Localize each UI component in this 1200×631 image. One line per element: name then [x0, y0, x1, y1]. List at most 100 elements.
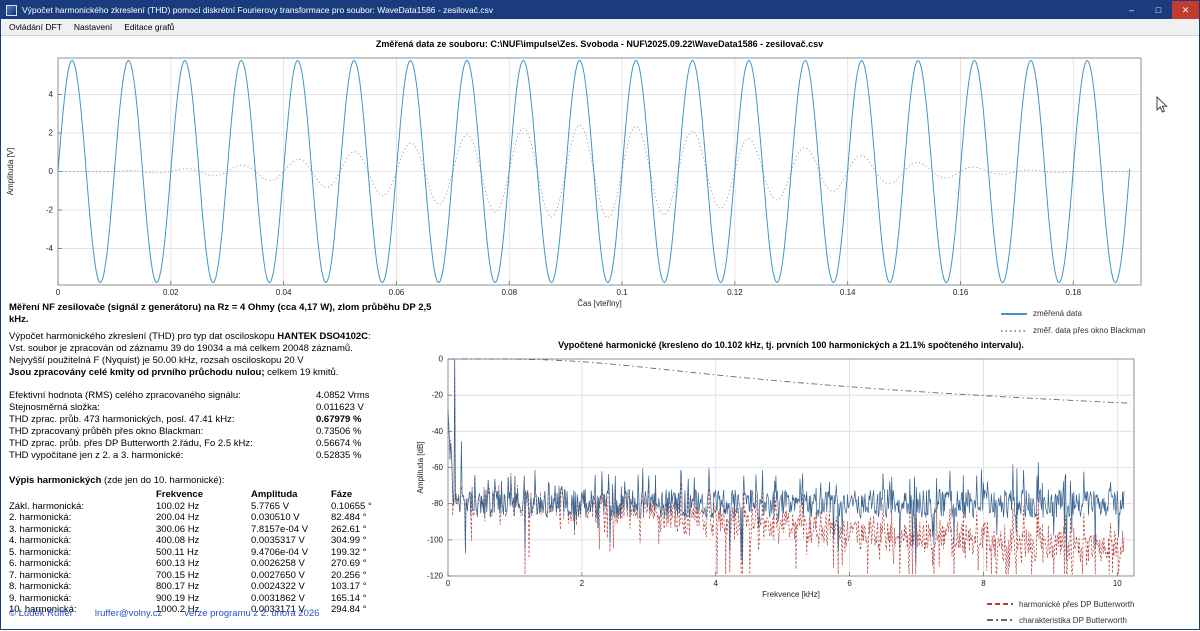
legend-line-measured	[1001, 313, 1027, 315]
svg-text:0.02: 0.02	[163, 288, 179, 297]
result-value-thd-full: 0.67979 %	[316, 414, 361, 426]
svg-text:0.08: 0.08	[501, 288, 517, 297]
svg-text:4: 4	[713, 579, 718, 588]
result-value-thd-blackman: 0.73506 %	[316, 426, 361, 438]
harmonic-row-3: 3. harmonická:300.06 Hz7.8157e-04 V262.6…	[9, 524, 441, 536]
legend-entry-butterworth-characteristic: charakteristika DP Butterworth	[987, 612, 1134, 628]
svg-text:0.14: 0.14	[840, 288, 856, 297]
harmonics-table-header: FrekvenceAmplitudaFáze	[9, 489, 441, 501]
legend-line-blackman	[1001, 330, 1027, 332]
legend-label-butterworth-characteristic: charakteristika DP Butterworth	[1019, 616, 1127, 625]
input-file-note: Vst. soubor je zpracován od záznamu 39 d…	[9, 343, 441, 355]
window-controls: – □ ✕	[1118, 1, 1199, 19]
svg-text:0.1: 0.1	[617, 288, 629, 297]
close-button[interactable]: ✕	[1172, 1, 1199, 19]
result-row-dc: Stejnosměrná složka:0.011623 V	[9, 402, 441, 414]
thd-intro-suffix: :	[368, 331, 371, 342]
program-version: verze programu z 2. února 2026	[184, 608, 319, 619]
harmonic-row-1: Zákl. harmonická:100.02 Hz5.7765 V0.1065…	[9, 501, 441, 513]
svg-text:0: 0	[49, 167, 54, 176]
series-butterworth-characteristic	[448, 359, 1131, 403]
harmonic-row-2: 2. harmonická:200.04 Hz0.030510 V82.484 …	[9, 512, 441, 524]
results-table: Efektivní hodnota (RMS) celého zpracovan…	[9, 390, 441, 462]
minimize-button[interactable]: –	[1118, 1, 1145, 19]
result-row-thd-23: THD vypočítané jen z 2. a 3. harmonické:…	[9, 450, 441, 462]
maximize-button[interactable]: □	[1145, 1, 1172, 19]
oscilloscope-model: HANTEK DSO4102C	[277, 331, 368, 342]
legend-line-butterworth-characteristic	[987, 619, 1013, 621]
harmonics-table: FrekvenceAmplitudaFáze Zákl. harmonická:…	[9, 489, 441, 616]
chart-title: Změřená data ze souboru: C:\NUF\impulse\…	[376, 39, 823, 49]
titlebar: Výpočet harmonického zkreslení (THD) pom…	[1, 1, 1199, 19]
result-row-rms: Efektivní hodnota (RMS) celého zpracovan…	[9, 390, 441, 402]
svg-text:0: 0	[56, 288, 61, 297]
mouse-cursor	[1156, 96, 1170, 116]
svg-text:10: 10	[1113, 579, 1122, 588]
cycles-note-rest: celkem 19 kmitů.	[264, 367, 338, 378]
app-icon	[6, 5, 17, 16]
chart-title: Vypočtené harmonické (kresleno do 10.102…	[558, 340, 1024, 350]
svg-text:2: 2	[580, 579, 585, 588]
app-window: Výpočet harmonického zkreslení (THD) pom…	[0, 0, 1200, 630]
email-link[interactable]: lruffer@volny.cz	[95, 608, 162, 619]
result-value-thd-butterworth: 0.56674 %	[316, 438, 361, 450]
harmonic-row-9: 9. harmonická:900.19 Hz0.0031862 V165.14…	[9, 593, 441, 605]
menu-item-ovladani-dft[interactable]: Ovládání DFT	[3, 22, 68, 32]
nyquist-note: Nejvyšší použitelná F (Nyquist) je 50.00…	[9, 355, 441, 367]
result-value-thd-23: 0.52835 %	[316, 450, 361, 462]
copyright-text: © Luděk Ruffer	[9, 608, 73, 619]
svg-text:0.06: 0.06	[389, 288, 405, 297]
legend-label-measured: změřená data	[1033, 309, 1082, 318]
cycles-note-bold: Jsou zpracovány celé kmity od prvního pr…	[9, 367, 264, 378]
legend-entry-harmonics-butterworth: harmonické přes DP Butterworth	[987, 596, 1134, 612]
thd-intro-line: Výpočet harmonického zkreslení (THD) pro…	[9, 331, 441, 343]
axis-ticks	[58, 95, 1073, 285]
y-axis-label: Amplituda [V]	[6, 148, 15, 196]
result-value-rms: 4.0852 Vrms	[316, 390, 370, 402]
x-axis-label: Frekvence [kHz]	[762, 590, 820, 599]
footer: © Luděk Ruffer lruffer@volny.cz verze prog…	[9, 608, 341, 619]
thd-intro-prefix: Výpočet harmonického zkreslení (THD) pro…	[9, 331, 277, 342]
legend-label-blackman: změř. data přes okno Blackman	[1033, 326, 1146, 335]
axis-tick-labels: 02468100-20-40-60-80-100-120	[427, 355, 1122, 589]
legend-entry-blackman: změř. data přes okno Blackman	[1001, 322, 1146, 339]
spectrum-chart-legend: harmonické přes DP Butterworth charakter…	[987, 596, 1134, 628]
analysis-summary: Měření NF zesilovače (signál z generátor…	[9, 302, 441, 616]
result-row-thd-full: THD zprac. průb. 473 harmonických, posl.…	[9, 414, 441, 426]
svg-text:8: 8	[981, 579, 986, 588]
measured-data-chart[interactable]: 00.020.040.060.080.10.120.140.160.18-4-2…	[1, 36, 1200, 340]
harmonics-heading-rest: (zde jen do 10. harmonické):	[101, 475, 224, 486]
measured-chart-legend: změřená data změř. data přes okno Blackm…	[1001, 305, 1146, 339]
svg-text:0.16: 0.16	[953, 288, 969, 297]
harmonic-row-5: 5. harmonická:500.11 Hz9.4706e-04 V199.3…	[9, 547, 441, 559]
menu-item-editace-grafu[interactable]: Editace grafů	[118, 22, 180, 32]
menu-item-nastaveni[interactable]: Nastavení	[68, 22, 118, 32]
menubar: Ovládání DFT Nastavení Editace grafů	[1, 19, 1199, 36]
svg-text:2: 2	[49, 129, 54, 138]
svg-text:4: 4	[49, 90, 54, 99]
result-value-dc: 0.011623 V	[316, 402, 364, 414]
harmonic-row-8: 8. harmonická:800.17 Hz0.0024322 V103.17…	[9, 581, 441, 593]
legend-label-harmonics-butterworth: harmonické přes DP Butterworth	[1019, 600, 1134, 609]
svg-text:0.04: 0.04	[276, 288, 292, 297]
harmonic-row-4: 4. harmonická:400.08 Hz0.0035317 V304.99…	[9, 535, 441, 547]
x-axis-label: Čas [vteřiny]	[577, 299, 621, 308]
window-title: Výpočet harmonického zkreslení (THD) pom…	[22, 5, 493, 15]
harmonic-row-6: 6. harmonická:600.13 Hz0.0026258 V270.69…	[9, 558, 441, 570]
measurement-note: Měření NF zesilovače (signál z generátor…	[9, 302, 441, 326]
result-row-thd-blackman: THD zpracovaný průběh přes okno Blackman…	[9, 426, 441, 438]
harmonics-heading-bold: Výpis harmonických	[9, 475, 101, 486]
svg-text:0: 0	[446, 579, 451, 588]
harmonics-heading: Výpis harmonických (zde jen do 10. harmo…	[9, 475, 441, 487]
harmonic-row-7: 7. harmonická:700.15 Hz0.0027650 V20.256…	[9, 570, 441, 582]
cycles-note: Jsou zpracovány celé kmity od prvního pr…	[9, 367, 441, 379]
harmonics-spectrum-chart[interactable]: 02468100-20-40-60-80-100-120Frekvence [k…	[411, 340, 1200, 631]
svg-text:-4: -4	[46, 244, 54, 253]
legend-line-harmonics-butterworth	[987, 603, 1013, 605]
svg-text:6: 6	[847, 579, 852, 588]
main-content: 00.020.040.060.080.10.120.140.160.18-4-2…	[1, 36, 1199, 629]
series-harmonics-butterworth	[448, 359, 1124, 574]
svg-text:0.18: 0.18	[1066, 288, 1082, 297]
result-row-thd-butterworth: THD zprac. průb. přes DP Butterworth 2.ř…	[9, 438, 441, 450]
legend-entry-measured: změřená data	[1001, 305, 1146, 322]
